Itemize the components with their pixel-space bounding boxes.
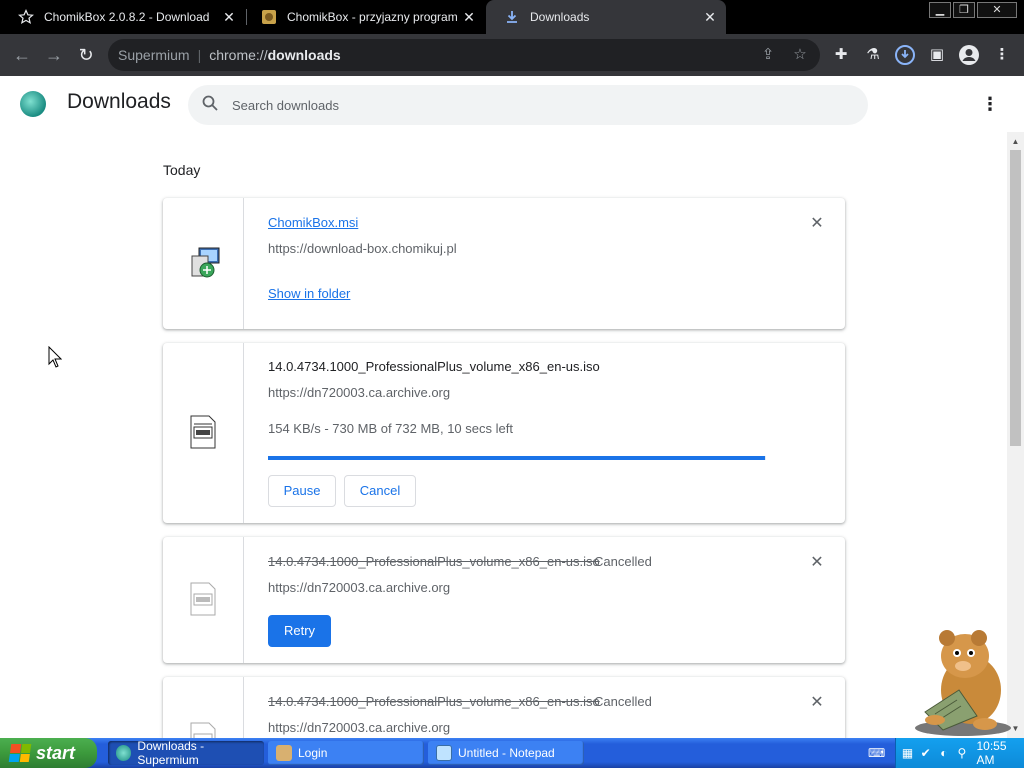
start-button[interactable]: start: [0, 738, 97, 768]
reload-button[interactable]: ↻: [74, 43, 98, 67]
date-header: Today: [163, 162, 201, 178]
tab-chomikbox-download[interactable]: ChomikBox 2.0.8.2 - Download ✕: [0, 0, 245, 34]
clock: 10:55 AM: [976, 739, 1007, 767]
iso-file-icon: [189, 722, 219, 738]
network-icon[interactable]: ▦: [901, 746, 914, 760]
source-url[interactable]: https://dn720003.ca.archive.org: [268, 385, 450, 400]
tab-strip: ChomikBox 2.0.8.2 - Download ✕ ChomikBox…: [0, 0, 1024, 34]
progress-bar-fill: [268, 456, 765, 460]
mouse-cursor-icon: [48, 345, 63, 368]
filename-text[interactable]: 14.0.4734.1000_ProfessionalPlus_volume_x…: [268, 554, 600, 569]
download-item: 14.0.4734.1000_ProfessionalPlus_volume_x…: [163, 537, 845, 663]
filename-link[interactable]: ChomikBox.msi: [268, 215, 358, 230]
download-icon: [504, 9, 520, 25]
status-label: Cancelled: [594, 554, 652, 569]
iso-file-icon: [189, 582, 219, 616]
retry-button[interactable]: Retry: [268, 615, 331, 647]
search-tray-icon[interactable]: ⚲: [955, 746, 968, 760]
remove-item-icon[interactable]: ✕: [808, 694, 826, 712]
site-name: Supermium: [118, 47, 190, 63]
star-icon: [18, 9, 34, 25]
pause-button[interactable]: Pause: [268, 475, 336, 507]
close-tab-icon[interactable]: ✕: [221, 9, 237, 25]
windows-taskbar: start Downloads - Supermium Login Untitl…: [0, 738, 1024, 768]
page-title: Downloads: [67, 90, 171, 113]
msi-installer-icon: [189, 246, 220, 280]
taskbar-item-login[interactable]: Login: [268, 741, 424, 765]
windows-flag-icon: [8, 744, 32, 762]
downloads-toolbar-icon[interactable]: [894, 44, 916, 66]
browser-logo-icon: [20, 91, 46, 117]
progress-bar: [268, 456, 766, 460]
volume-icon[interactable]: ◐: [937, 746, 950, 760]
progress-status: 154 KB/s - 730 MB of 732 MB, 10 secs lef…: [268, 421, 513, 436]
taskbar-item-notepad[interactable]: Untitled - Notepad: [428, 741, 584, 765]
browser-menu-icon[interactable]: ⋮: [991, 44, 1013, 66]
source-url[interactable]: https://download-box.chomikuj.pl: [268, 241, 457, 256]
side-panel-icon[interactable]: ▣: [926, 44, 948, 66]
downloads-header: Downloads ⋮: [0, 76, 1024, 132]
share-icon[interactable]: ⇪: [758, 45, 778, 65]
browser-toolbar: ← → ↻ Supermium | chrome://downloads ⇪ ☆…: [0, 34, 1024, 76]
remove-item-icon[interactable]: ✕: [808, 554, 826, 572]
search-box[interactable]: [188, 85, 868, 125]
show-in-folder-link[interactable]: Show in folder: [268, 286, 350, 301]
chomikbox-favicon: [261, 9, 277, 25]
extensions-puzzle-icon[interactable]: ✚: [830, 44, 852, 66]
url-text: chrome://downloads: [209, 47, 341, 63]
download-item: ChomikBox.msi https://download-box.chomi…: [163, 198, 845, 329]
close-tab-icon[interactable]: ✕: [702, 9, 718, 25]
download-item: 14.0.4734.1000_ProfessionalPlus_volume_x…: [163, 343, 845, 523]
hamster-mascot-icon[interactable]: [905, 620, 1015, 738]
forward-button[interactable]: →: [42, 43, 66, 67]
cancel-button[interactable]: Cancel: [344, 475, 416, 507]
close-tab-icon[interactable]: ✕: [461, 9, 477, 25]
tab-downloads[interactable]: Downloads ✕: [486, 0, 726, 34]
labs-flask-icon[interactable]: ⚗: [862, 44, 884, 66]
filename-text[interactable]: 14.0.4734.1000_ProfessionalPlus_volume_x…: [268, 694, 600, 709]
notepad-icon: [436, 745, 452, 761]
status-label: Cancelled: [594, 694, 652, 709]
restore-button[interactable]: ❐: [953, 2, 975, 18]
login-app-icon: [276, 745, 292, 761]
bookmark-star-icon[interactable]: ☆: [790, 45, 810, 65]
supermium-icon: [116, 745, 132, 761]
address-bar[interactable]: Supermium | chrome://downloads ⇪ ☆: [108, 39, 820, 71]
profile-avatar-icon[interactable]: [958, 44, 980, 66]
tab-chomikbox-program[interactable]: ChomikBox - przyjazny program ułat ✕: [243, 0, 485, 34]
search-input[interactable]: [232, 97, 832, 113]
minimize-button[interactable]: ▁: [929, 2, 951, 18]
taskbar-item-downloads[interactable]: Downloads - Supermium: [108, 739, 264, 767]
system-tray: ▦ ✔ ◐ ⚲ 10:55 AM: [895, 738, 1024, 768]
window-close-button[interactable]: ✕: [977, 2, 1017, 18]
back-button[interactable]: ←: [10, 43, 34, 67]
keyboard-layout-icon[interactable]: ⌨: [868, 746, 885, 760]
iso-file-icon: [189, 415, 219, 449]
search-icon: [188, 95, 232, 116]
source-url[interactable]: https://dn720003.ca.archive.org: [268, 580, 450, 595]
more-actions-icon[interactable]: ⋮: [980, 94, 1000, 114]
remove-item-icon[interactable]: ✕: [808, 215, 826, 233]
download-item: 14.0.4734.1000_ProfessionalPlus_volume_x…: [163, 677, 845, 738]
scroll-up-arrow-icon[interactable]: ▲: [1007, 135, 1024, 149]
shield-icon[interactable]: ✔: [919, 746, 932, 760]
source-url[interactable]: https://dn720003.ca.archive.org: [268, 720, 450, 735]
scrollbar-thumb[interactable]: [1010, 150, 1021, 446]
filename-text[interactable]: 14.0.4734.1000_ProfessionalPlus_volume_x…: [268, 359, 600, 374]
